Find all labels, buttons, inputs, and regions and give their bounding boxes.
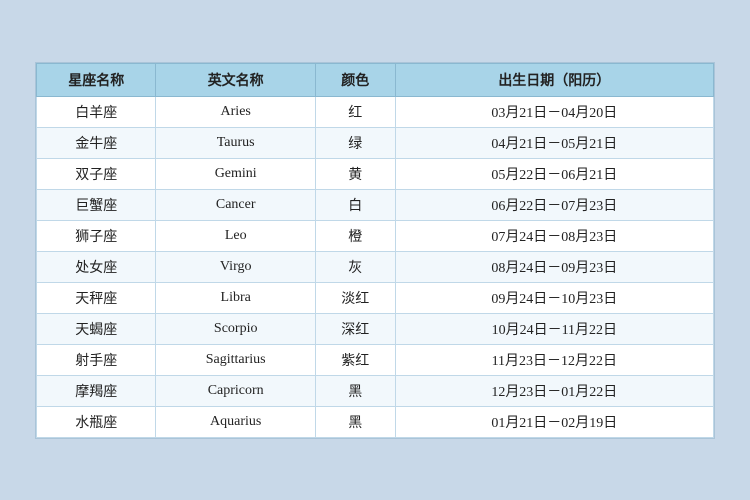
cell-color: 黑 xyxy=(315,375,395,406)
cell-color: 淡红 xyxy=(315,282,395,313)
cell-color: 绿 xyxy=(315,127,395,158)
table-header-row: 星座名称 英文名称 颜色 出生日期（阳历） xyxy=(37,63,714,96)
cell-cn: 巨蟹座 xyxy=(37,189,156,220)
cell-color: 黄 xyxy=(315,158,395,189)
table-row: 天秤座Libra淡红09月24日－10月23日 xyxy=(37,282,714,313)
table-row: 白羊座Aries红03月21日－04月20日 xyxy=(37,96,714,127)
table-row: 处女座Virgo灰08月24日－09月23日 xyxy=(37,251,714,282)
cell-en: Libra xyxy=(156,282,315,313)
cell-cn: 天秤座 xyxy=(37,282,156,313)
zodiac-table: 星座名称 英文名称 颜色 出生日期（阳历） 白羊座Aries红03月21日－04… xyxy=(36,63,714,438)
cell-cn: 射手座 xyxy=(37,344,156,375)
cell-color: 橙 xyxy=(315,220,395,251)
cell-en: Cancer xyxy=(156,189,315,220)
table-row: 双子座Gemini黄05月22日－06月21日 xyxy=(37,158,714,189)
cell-cn: 处女座 xyxy=(37,251,156,282)
cell-cn: 白羊座 xyxy=(37,96,156,127)
cell-cn: 水瓶座 xyxy=(37,406,156,437)
cell-date: 07月24日－08月23日 xyxy=(395,220,713,251)
cell-en: Aries xyxy=(156,96,315,127)
cell-color: 灰 xyxy=(315,251,395,282)
table-row: 金牛座Taurus绿04月21日－05月21日 xyxy=(37,127,714,158)
cell-cn: 狮子座 xyxy=(37,220,156,251)
cell-en: Capricorn xyxy=(156,375,315,406)
table-row: 摩羯座Capricorn黑12月23日－01月22日 xyxy=(37,375,714,406)
header-date: 出生日期（阳历） xyxy=(395,63,713,96)
cell-cn: 天蝎座 xyxy=(37,313,156,344)
header-en: 英文名称 xyxy=(156,63,315,96)
cell-date: 03月21日－04月20日 xyxy=(395,96,713,127)
cell-color: 紫红 xyxy=(315,344,395,375)
cell-date: 09月24日－10月23日 xyxy=(395,282,713,313)
cell-en: Scorpio xyxy=(156,313,315,344)
table-row: 水瓶座Aquarius黑01月21日－02月19日 xyxy=(37,406,714,437)
cell-cn: 金牛座 xyxy=(37,127,156,158)
cell-date: 04月21日－05月21日 xyxy=(395,127,713,158)
cell-color: 红 xyxy=(315,96,395,127)
zodiac-table-container: 星座名称 英文名称 颜色 出生日期（阳历） 白羊座Aries红03月21日－04… xyxy=(35,62,715,439)
table-row: 狮子座Leo橙07月24日－08月23日 xyxy=(37,220,714,251)
cell-date: 06月22日－07月23日 xyxy=(395,189,713,220)
cell-en: Aquarius xyxy=(156,406,315,437)
cell-cn: 双子座 xyxy=(37,158,156,189)
cell-en: Taurus xyxy=(156,127,315,158)
header-cn: 星座名称 xyxy=(37,63,156,96)
cell-en: Gemini xyxy=(156,158,315,189)
cell-date: 08月24日－09月23日 xyxy=(395,251,713,282)
cell-en: Virgo xyxy=(156,251,315,282)
cell-color: 深红 xyxy=(315,313,395,344)
cell-date: 10月24日－11月22日 xyxy=(395,313,713,344)
table-row: 射手座Sagittarius紫红11月23日－12月22日 xyxy=(37,344,714,375)
cell-en: Leo xyxy=(156,220,315,251)
cell-color: 白 xyxy=(315,189,395,220)
header-color: 颜色 xyxy=(315,63,395,96)
cell-date: 11月23日－12月22日 xyxy=(395,344,713,375)
table-row: 巨蟹座Cancer白06月22日－07月23日 xyxy=(37,189,714,220)
cell-en: Sagittarius xyxy=(156,344,315,375)
cell-color: 黑 xyxy=(315,406,395,437)
cell-date: 01月21日－02月19日 xyxy=(395,406,713,437)
table-row: 天蝎座Scorpio深红10月24日－11月22日 xyxy=(37,313,714,344)
cell-date: 12月23日－01月22日 xyxy=(395,375,713,406)
cell-cn: 摩羯座 xyxy=(37,375,156,406)
cell-date: 05月22日－06月21日 xyxy=(395,158,713,189)
